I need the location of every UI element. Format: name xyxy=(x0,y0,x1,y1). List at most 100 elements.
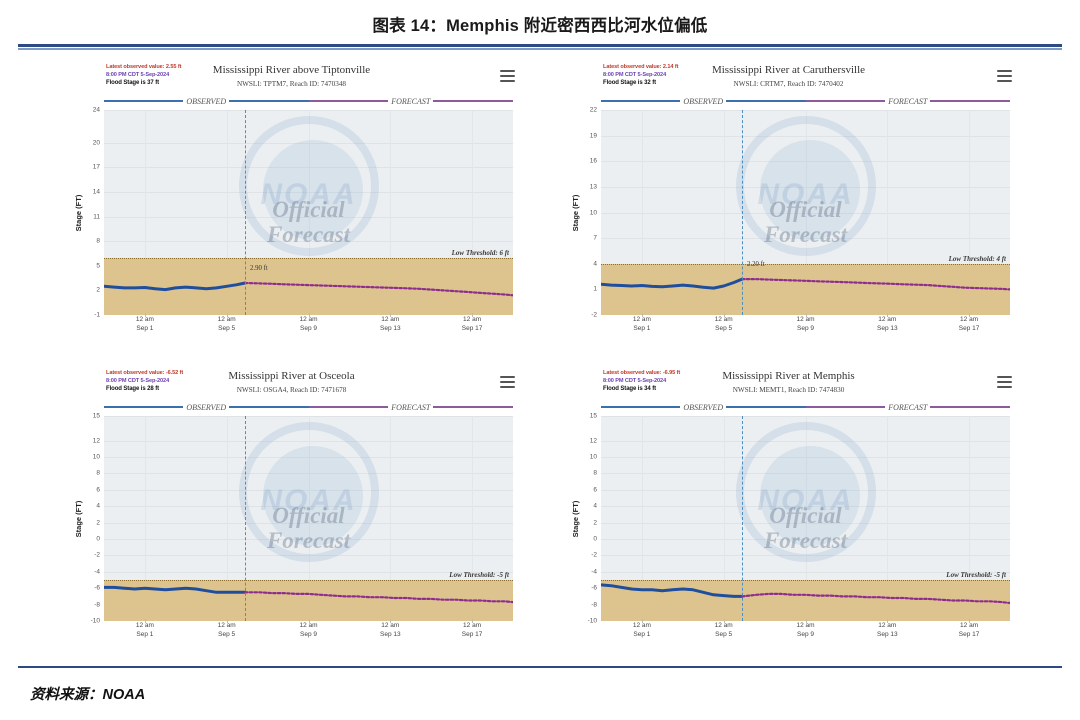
x-tick-date: Sep 17 xyxy=(958,630,980,638)
current-value-label: 2.20 ft xyxy=(747,260,765,268)
hamburger-menu-icon[interactable] xyxy=(500,70,515,82)
y-tick-label: 6 xyxy=(96,486,100,494)
y-tick-label: -2 xyxy=(591,311,597,319)
x-tick-label: 12 am Sep 17 xyxy=(462,622,483,640)
legend-forecast-label: FORECAST xyxy=(391,96,431,106)
current-time-line xyxy=(742,416,744,621)
x-tick-date: Sep 17 xyxy=(461,630,483,638)
series-line-observed xyxy=(104,585,247,594)
y-tick-label: 2 xyxy=(96,519,100,527)
y-tick-label: 0 xyxy=(96,535,100,543)
y-tick-label: 11 xyxy=(93,213,100,221)
series-layer xyxy=(601,277,1010,291)
footer-rule xyxy=(18,665,1062,668)
y-tick-label: -6 xyxy=(591,584,597,592)
y-tick-label: -2 xyxy=(94,551,100,559)
x-tick-label: 12 am Sep 9 xyxy=(796,622,814,640)
y-tick-label: 2 xyxy=(96,286,100,294)
current-time-line xyxy=(742,110,744,315)
current-value-label: 2.90 ft xyxy=(250,264,268,272)
x-tick-date: Sep 9 xyxy=(299,324,317,332)
plot-area: Stage (FT)Flow (KCFS)2219161310741-2Low … xyxy=(559,107,1018,332)
panel-legend: OBSERVED FORECAST xyxy=(104,95,514,107)
x-tick-label: 12 am Sep 13 xyxy=(380,316,401,334)
x-tick-label: 12 am Sep 9 xyxy=(299,622,317,640)
legend-forecast-line-2 xyxy=(433,406,514,408)
y-tick-label: 12 xyxy=(92,437,100,445)
x-tick-label: 12 am Sep 13 xyxy=(380,622,401,640)
y-tick-label: 10 xyxy=(92,453,100,461)
x-axis: 12 am Sep 1 12 am Sep 5 12 am Sep 9 12 am Sep 1… xyxy=(104,313,513,344)
latest-observed-value: Latest observed value: 2.14 ft xyxy=(603,64,679,70)
y-tick-label: 1 xyxy=(593,285,597,293)
x-tick-label: 12 am Sep 17 xyxy=(462,316,483,334)
y-tick-label: -4 xyxy=(94,568,100,576)
y-tick-label: -8 xyxy=(94,601,100,609)
flood-stage-note: Flood Stage is 28 ft xyxy=(106,386,160,393)
x-tick-time: 12 am xyxy=(796,316,815,323)
observed-timestamp: 8:00 PM CDT 5-Sep-2024 xyxy=(603,377,667,384)
x-tick-date: Sep 5 xyxy=(715,630,733,638)
y-axis-ticks: 22 19 16 13 10 7 4 1 -2 xyxy=(573,107,599,319)
legend-forecast-label: FORECAST xyxy=(888,96,928,106)
hamburger-menu-icon[interactable] xyxy=(997,70,1012,82)
chart-panel-bottom-right: Latest observed value: -6.95 ft 8:00 PM … xyxy=(559,368,1018,652)
hamburger-menu-icon[interactable] xyxy=(500,376,515,388)
legend-observed: OBSERVED xyxy=(601,403,806,412)
legend-observed-label: OBSERVED xyxy=(186,96,227,106)
y-tick-label: -6 xyxy=(94,584,100,592)
x-tick-time: 12 am xyxy=(299,622,318,629)
y-tick-label: 13 xyxy=(589,183,597,191)
x-tick-time: 12 am xyxy=(217,316,236,323)
x-tick-time: 12 am xyxy=(632,622,651,629)
x-axis: 12 am Sep 1 12 am Sep 5 12 am Sep 9 12 am Sep 1… xyxy=(601,313,1010,344)
x-tick-time: 12 am xyxy=(217,622,236,629)
x-tick-date: Sep 1 xyxy=(136,324,154,332)
x-tick-label: 12 am Sep 1 xyxy=(136,316,154,334)
x-tick-label: 12 am Sep 13 xyxy=(877,622,898,640)
x-tick-label: 12 am Sep 5 xyxy=(218,316,236,334)
x-tick-time: 12 am xyxy=(960,622,979,629)
panel-meta: Latest observed value: -6.95 ft 8:00 PM … xyxy=(603,370,680,393)
y-tick-label: 0 xyxy=(593,535,597,543)
y-tick-label: 2 xyxy=(593,519,597,527)
x-tick-label: 12 am Sep 5 xyxy=(715,316,733,334)
plot-canvas: Low Threshold: 4 ft NOAA Official Foreca… xyxy=(601,110,1010,315)
y-tick-label: 7 xyxy=(593,234,597,242)
x-tick-time: 12 am xyxy=(135,316,154,323)
flood-stage-note: Flood Stage is 37 ft xyxy=(106,80,160,87)
legend-observed-line xyxy=(601,406,681,408)
hamburger-menu-icon[interactable] xyxy=(997,376,1012,388)
chart-grid: Latest observed value: 2.55 ft 8:00 PM C… xyxy=(62,62,1018,652)
y-tick-label: -1 xyxy=(94,311,100,319)
x-tick-label: 12 am Sep 17 xyxy=(959,316,980,334)
series-line-forecast xyxy=(244,591,513,604)
x-tick-time: 12 am xyxy=(714,316,733,323)
series-layer xyxy=(104,281,513,297)
plot-canvas: Low Threshold: -5 ft NOAA Official Forec… xyxy=(601,416,1010,621)
series-layer xyxy=(601,583,1010,605)
x-tick-label: 12 am Sep 5 xyxy=(218,622,236,640)
legend-forecast-line xyxy=(308,100,389,102)
x-tick-time: 12 am xyxy=(381,622,400,629)
y-tick-label: 15 xyxy=(589,412,597,420)
header-rule-thick xyxy=(18,44,1062,47)
y-tick-label: 8 xyxy=(593,469,597,477)
y-tick-label: 16 xyxy=(589,157,597,165)
x-tick-time: 12 am xyxy=(632,316,651,323)
legend-observed-line-2 xyxy=(726,100,806,102)
observed-timestamp: 8:00 PM CDT 5-Sep-2024 xyxy=(106,71,170,78)
series-line-observed xyxy=(601,583,744,598)
legend-observed: OBSERVED xyxy=(104,97,309,106)
legend-observed-line-2 xyxy=(229,406,309,408)
y-tick-label: 4 xyxy=(593,260,597,268)
x-tick-date: Sep 9 xyxy=(299,630,317,638)
x-tick-time: 12 am xyxy=(714,622,733,629)
series-line-forecast xyxy=(741,278,1010,291)
legend-forecast-line-2 xyxy=(433,100,514,102)
flood-stage-note: Flood Stage is 32 ft xyxy=(603,80,657,87)
legend-observed-label: OBSERVED xyxy=(683,96,724,106)
y-tick-label: -10 xyxy=(90,617,100,625)
legend-forecast-line xyxy=(308,406,389,408)
legend-forecast-line xyxy=(805,406,886,408)
